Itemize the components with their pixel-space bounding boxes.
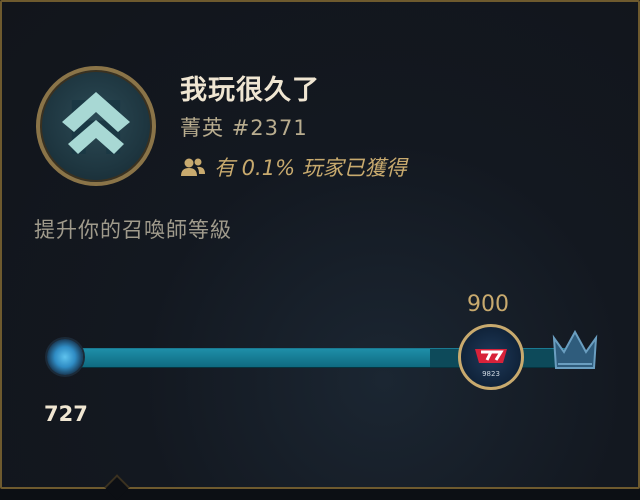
players-icon — [181, 158, 205, 176]
current-level-value: 727 — [44, 402, 88, 426]
challenge-rank: 菁英 #2371 — [180, 112, 308, 142]
next-reward-badge-icon[interactable]: 9823 — [458, 324, 524, 390]
progress-bar-fill — [66, 349, 430, 367]
next-badge-label: 9823 — [482, 370, 500, 378]
rank-number: #2371 — [231, 116, 308, 140]
owned-percentage: 有 0.1% 玩家已獲得 — [180, 152, 407, 182]
owned-text: 有 0.1% 玩家已獲得 — [214, 156, 407, 180]
challenge-description: 提升你的召喚師等級 — [34, 218, 232, 242]
challenge-emblem-icon: H — [36, 66, 156, 186]
challenge-title: 我玩很久了 — [180, 75, 320, 106]
rank-label: 菁英 — [180, 116, 224, 140]
next-threshold-value: 900 — [467, 292, 509, 317]
crown-icon[interactable] — [548, 324, 602, 376]
challenge-tooltip: H 我玩很久了 菁英 #2371 有 0.1% 玩家已獲得 提升你的召喚師等級 … — [0, 0, 640, 489]
progress-start-node — [47, 339, 83, 375]
